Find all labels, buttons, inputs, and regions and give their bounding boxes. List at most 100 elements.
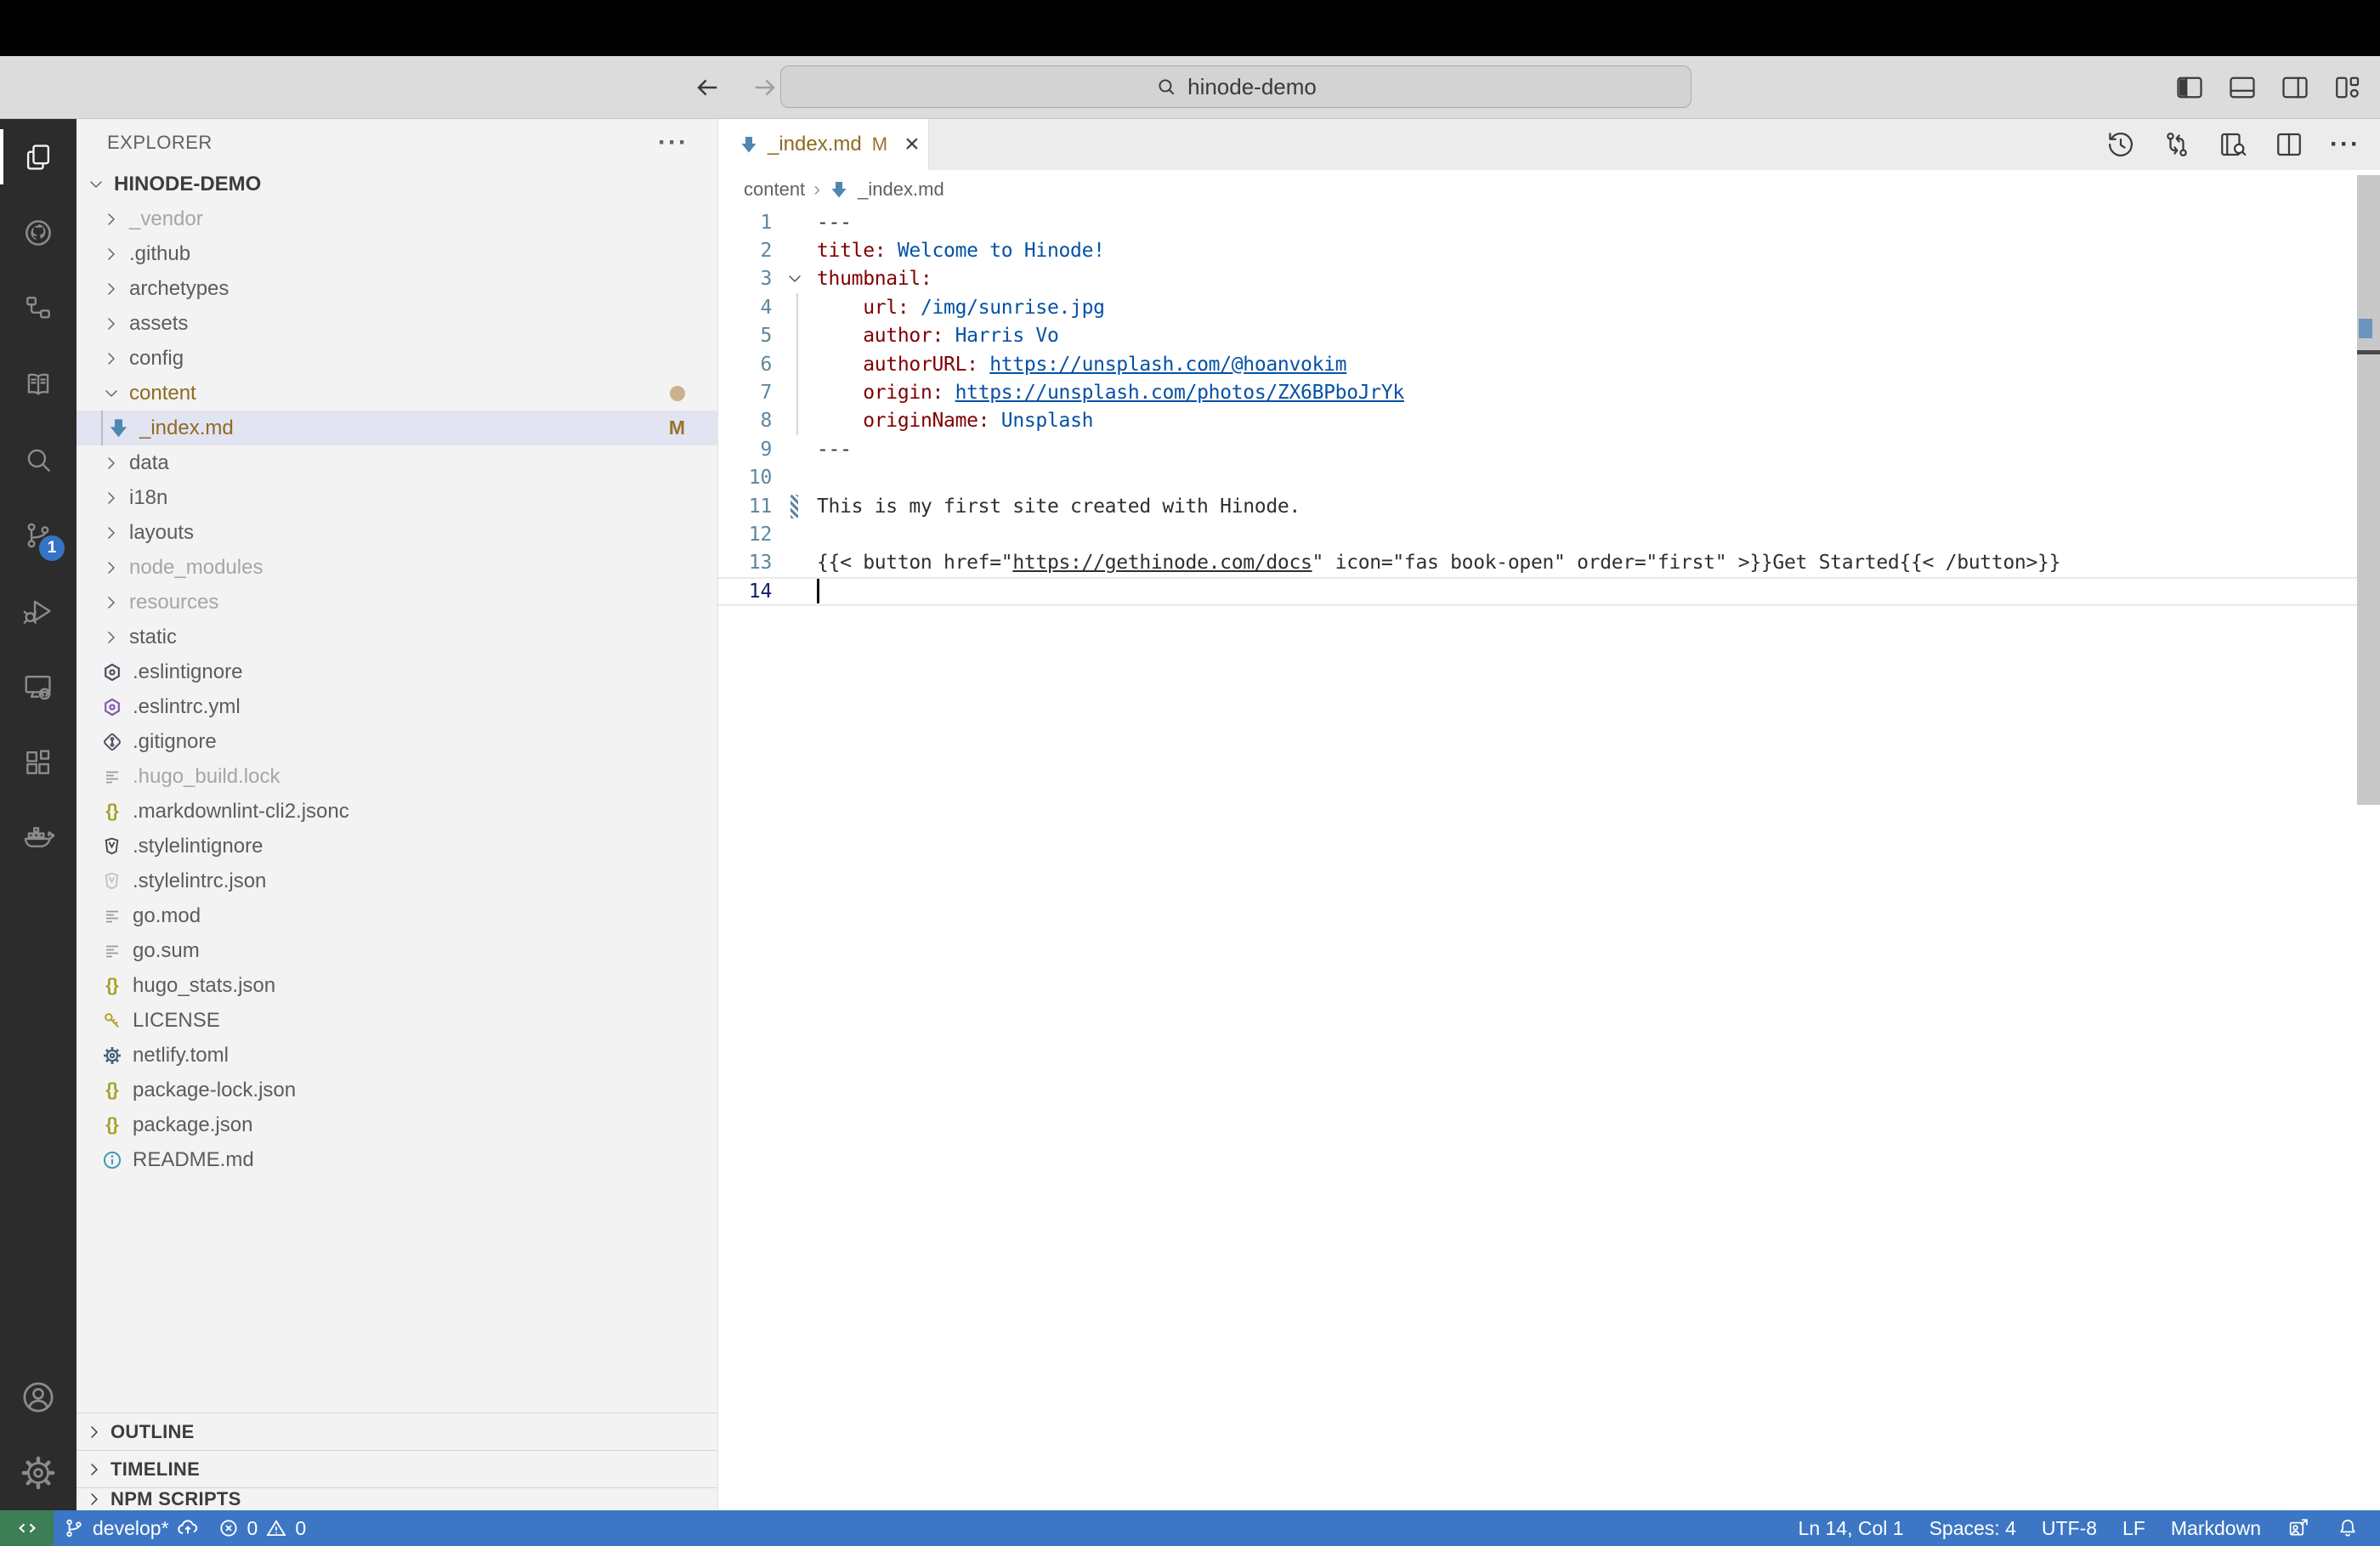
file-item-package-json[interactable]: {}package.json	[76, 1107, 717, 1142]
activity-docs-button[interactable]	[0, 346, 76, 422]
activity-github-button[interactable]	[0, 195, 76, 270]
item-label: .gitignore	[133, 730, 217, 754]
file-item-go-mod[interactable]: go.mod	[76, 898, 717, 933]
language-mode-status[interactable]: Markdown	[2162, 1510, 2270, 1546]
code-line[interactable]: 4 url: /img/sunrise.jpg	[718, 293, 2357, 321]
code-line[interactable]: 12	[718, 520, 2357, 548]
folder-item-content[interactable]: content	[76, 376, 717, 411]
code-line[interactable]: 7 origin: https://unsplash.com/photos/ZX…	[718, 378, 2357, 406]
code-line[interactable]: 13{{< button href="https://gethinode.com…	[718, 549, 2357, 577]
file-item-netlify-toml[interactable]: netlify.toml	[76, 1038, 717, 1073]
code-line[interactable]: 14	[718, 577, 2357, 605]
code-line[interactable]: 9---	[718, 435, 2357, 463]
file-item-license[interactable]: LICENSE	[76, 1003, 717, 1038]
split-editor-button[interactable]	[2273, 128, 2305, 161]
breadcrumb-file[interactable]: _index.md	[858, 178, 944, 201]
command-center-search[interactable]: hinode-demo	[780, 65, 1692, 108]
compare-changes-button[interactable]	[2161, 128, 2193, 161]
code-line[interactable]: 6 authorURL: https://unsplash.com/@hoanv…	[718, 350, 2357, 378]
section-timeline[interactable]: TIMELINE	[76, 1450, 717, 1487]
code-line[interactable]: 3thumbnail:	[718, 265, 2357, 293]
file-item-hugo-stats-json[interactable]: {}hugo_stats.json	[76, 968, 717, 1003]
cursor-position-status[interactable]: Ln 14, Col 1	[1790, 1510, 1912, 1546]
file-item--eslintrc-yml[interactable]: .eslintrc.yml	[76, 689, 717, 724]
code-line[interactable]: 11This is my first site created with Hin…	[718, 492, 2357, 520]
activity-docker-button[interactable]	[0, 800, 76, 875]
folder-item-node-modules[interactable]: node_modules	[76, 550, 717, 585]
layout-sidebar-right-button[interactable]	[2278, 71, 2312, 105]
file-item--index-md[interactable]: _index.mdM	[76, 411, 717, 445]
breadcrumb-folder[interactable]: content	[744, 178, 805, 201]
git-branch-status[interactable]: develop*	[54, 1510, 208, 1546]
folder-item-data[interactable]: data	[76, 445, 717, 480]
problems-status[interactable]: 0 0	[208, 1510, 315, 1546]
code-line[interactable]: 8 originName: Unsplash	[718, 407, 2357, 435]
file-item--markdownlint-cli2-jsonc[interactable]: {}.markdownlint-cli2.jsonc	[76, 794, 717, 829]
eol-status[interactable]: LF	[2114, 1510, 2154, 1546]
activity-extensions-button[interactable]	[0, 724, 76, 800]
activity-source-control-button[interactable]: 1	[0, 497, 76, 573]
code-editor[interactable]: 1---2title: Welcome to Hinode!3thumbnail…	[718, 208, 2357, 1510]
folder-item-static[interactable]: static	[76, 620, 717, 654]
section-outline[interactable]: OUTLINE	[76, 1413, 717, 1450]
encoding-status[interactable]: UTF-8	[2033, 1510, 2105, 1546]
activity-symbols-button[interactable]	[0, 270, 76, 346]
item-label: README.md	[133, 1148, 254, 1172]
activity-remote-explorer-button[interactable]	[0, 648, 76, 724]
activity-search-button[interactable]	[0, 422, 76, 497]
folder-item-layouts[interactable]: layouts	[76, 515, 717, 550]
folder-item-hinode-demo[interactable]: HINODE-DEMO	[76, 167, 717, 201]
gutter-decoration	[772, 322, 817, 350]
sidebar-sections: OUTLINETIMELINENPM SCRIPTS	[76, 1413, 717, 1510]
layout-panel-button[interactable]	[2225, 71, 2259, 105]
folder-item-archetypes[interactable]: archetypes	[76, 271, 717, 306]
folder-item-config[interactable]: config	[76, 341, 717, 376]
section-npm-scripts[interactable]: NPM SCRIPTS	[76, 1487, 717, 1510]
fold-chevron-down-icon	[772, 265, 817, 293]
notifications-bell-button[interactable]	[2327, 1510, 2368, 1546]
file-item--stylelintignore[interactable]: .stylelintignore	[76, 829, 717, 864]
ellipsis-button[interactable]: ···	[2329, 128, 2361, 161]
item-label: data	[129, 451, 169, 475]
tab-index-md[interactable]: _index.md M ×	[718, 119, 929, 170]
activity-run-debug-button[interactable]	[0, 573, 76, 648]
chevron-right-icon	[100, 452, 122, 474]
open-preview-button[interactable]	[2217, 128, 2249, 161]
folder-item-i18n[interactable]: i18n	[76, 480, 717, 515]
feedback-button[interactable]	[2278, 1510, 2319, 1546]
indentation-status[interactable]: Spaces: 4	[1921, 1510, 2025, 1546]
activity-settings-button[interactable]	[0, 1435, 76, 1510]
code-line[interactable]: 10	[718, 464, 2357, 492]
scrollbar-thumb[interactable]	[2357, 175, 2380, 805]
file-item--stylelintrc-json[interactable]: .stylelintrc.json	[76, 864, 717, 898]
scrollbar-cursor-marker	[2357, 350, 2380, 354]
more-actions-icon[interactable]: ···	[658, 119, 688, 167]
history-button[interactable]	[2105, 128, 2137, 161]
file-item-readme-md[interactable]: README.md	[76, 1142, 717, 1177]
code-line-content: This is my first site created with Hinod…	[817, 496, 1300, 518]
code-line[interactable]: 2title: Welcome to Hinode!	[718, 236, 2357, 264]
back-button[interactable]	[690, 71, 724, 105]
file-item--gitignore[interactable]: .gitignore	[76, 724, 717, 759]
activity-explorer-button[interactable]	[0, 119, 76, 195]
item-label: assets	[129, 312, 188, 336]
close-icon[interactable]: ×	[904, 132, 920, 157]
file-item-go-sum[interactable]: go.sum	[76, 933, 717, 968]
file-item--hugo-build-lock[interactable]: .hugo_build.lock	[76, 759, 717, 794]
stylelint-light-icon	[100, 869, 123, 892]
line-number: 12	[718, 524, 772, 546]
file-item--eslintignore[interactable]: .eslintignore	[76, 654, 717, 689]
remote-indicator[interactable]	[0, 1510, 54, 1546]
activity-accounts-button[interactable]	[0, 1359, 76, 1435]
folder-item--github[interactable]: .github	[76, 236, 717, 271]
folder-item-assets[interactable]: assets	[76, 306, 717, 341]
layout-sidebar-left-button[interactable]	[2173, 71, 2207, 105]
layout-customize-button[interactable]	[2331, 71, 2365, 105]
forward-button[interactable]	[748, 71, 782, 105]
file-item-package-lock-json[interactable]: {}package-lock.json	[76, 1073, 717, 1107]
code-line[interactable]: 1---	[718, 208, 2357, 236]
file-tree: HINODE-DEMO_vendor.githubarchetypes asset…	[76, 167, 717, 1177]
folder-item-resources[interactable]: resources	[76, 585, 717, 620]
folder-item--vendor[interactable]: _vendor	[76, 201, 717, 236]
code-line[interactable]: 5 author: Harris Vo	[718, 322, 2357, 350]
